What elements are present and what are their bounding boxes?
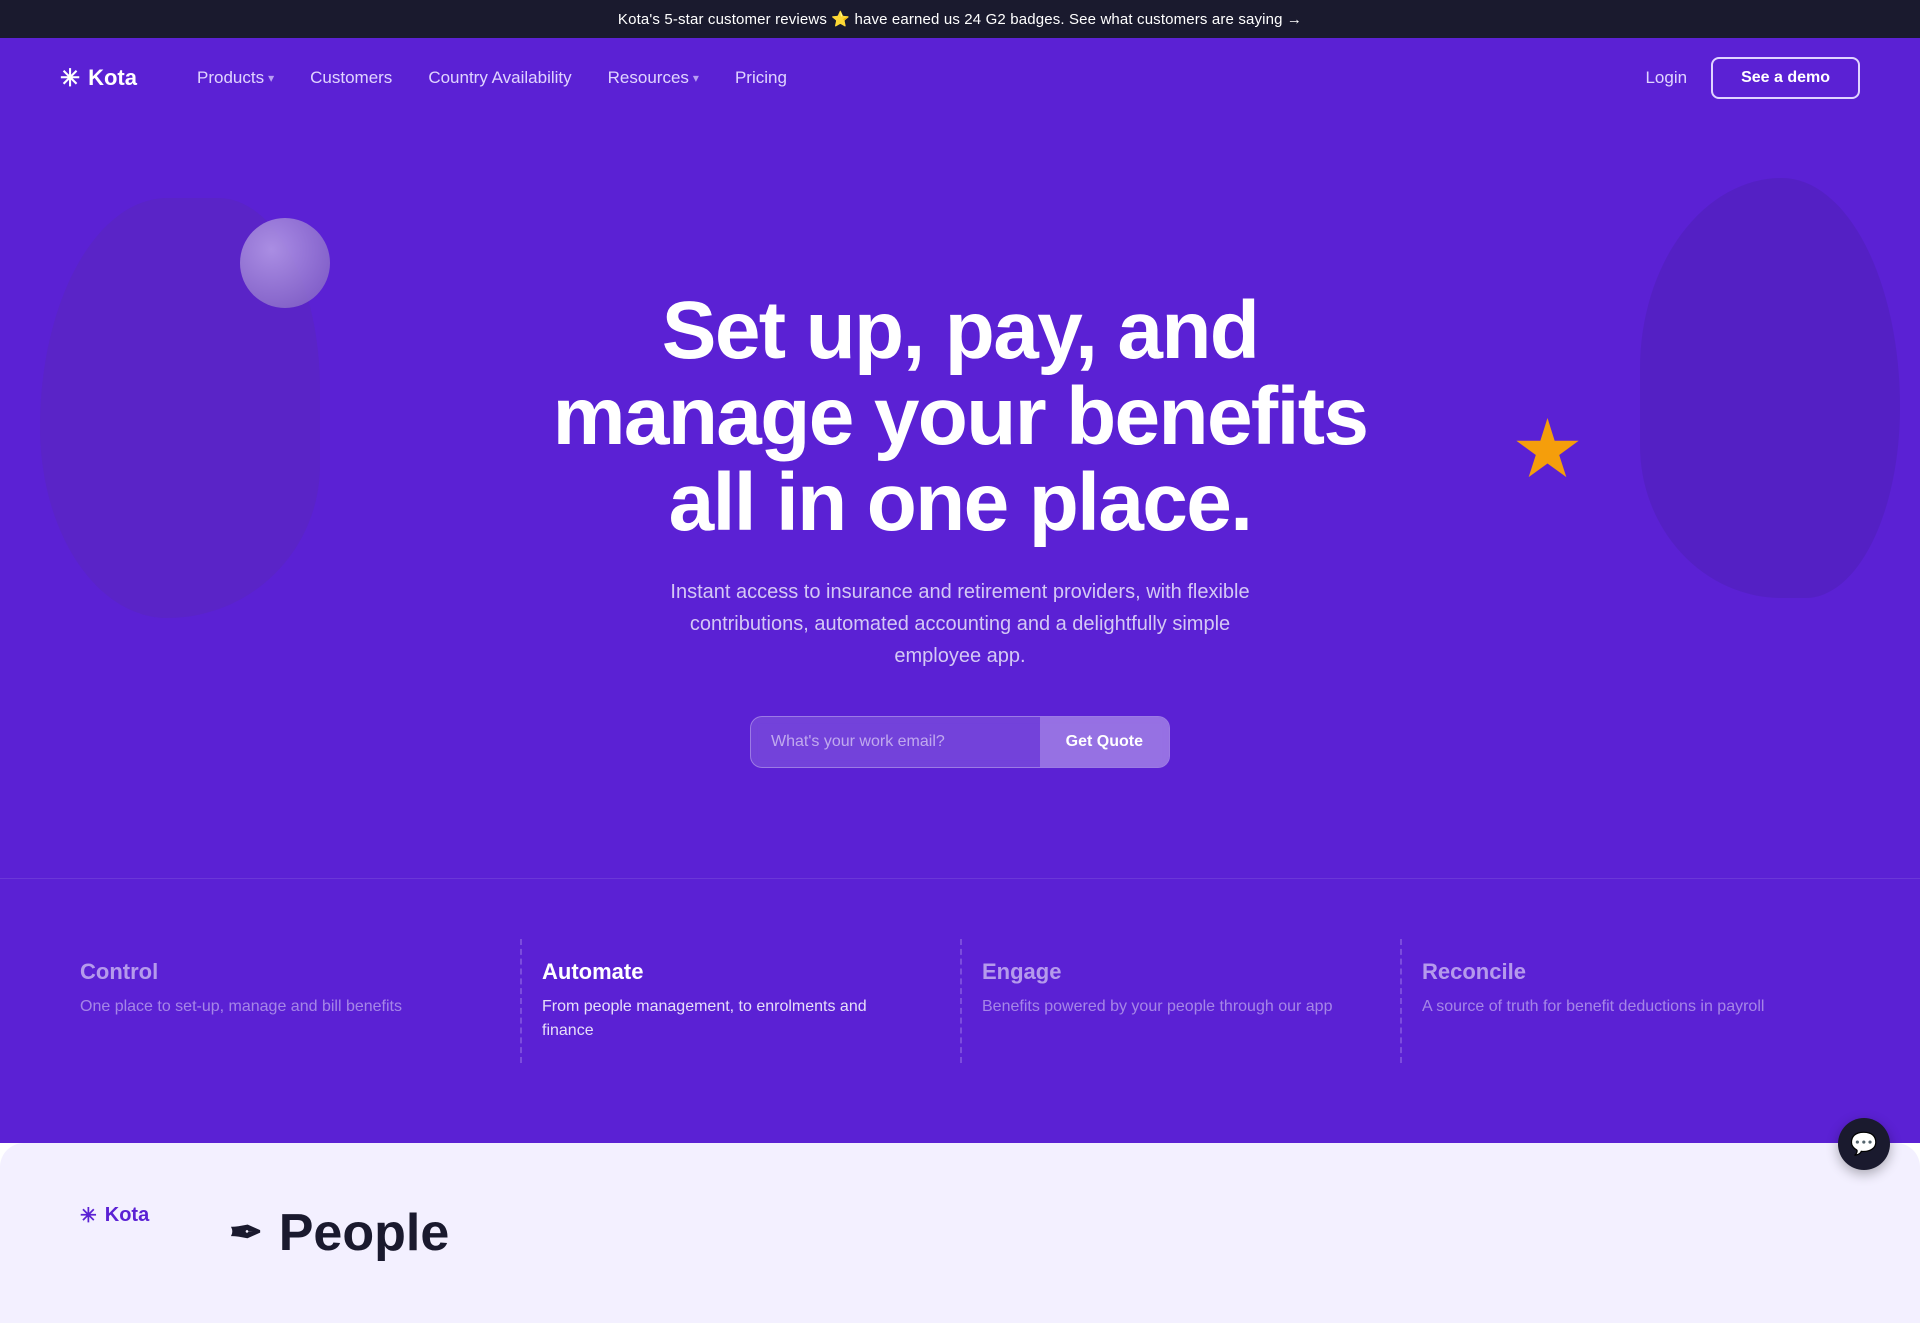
nav-pricing[interactable]: Pricing bbox=[735, 68, 787, 88]
email-input[interactable] bbox=[751, 717, 1040, 767]
feature-reconcile: Reconcile A source of truth for benefit … bbox=[1400, 939, 1840, 1063]
bottom-logo: ✳ Kota bbox=[80, 1203, 149, 1228]
chevron-down-icon: ▾ bbox=[268, 71, 274, 85]
feature-automate-desc: From people management, to enrolments an… bbox=[542, 995, 920, 1043]
feature-engage-title: Engage bbox=[982, 959, 1360, 985]
login-button[interactable]: Login bbox=[1645, 68, 1687, 88]
nav-products[interactable]: Products ▾ bbox=[197, 68, 274, 88]
feature-engage-desc: Benefits powered by your people through … bbox=[982, 995, 1360, 1019]
nav-resources[interactable]: Resources ▾ bbox=[608, 68, 699, 88]
feature-control-desc: One place to set-up, manage and bill ben… bbox=[80, 995, 480, 1019]
chat-bubble-button[interactable]: 💬 bbox=[1838, 1118, 1890, 1170]
nav-actions: Login See a demo bbox=[1645, 57, 1860, 99]
feature-strip: Control One place to set-up, manage and … bbox=[0, 878, 1920, 1143]
blob-right-decoration bbox=[1640, 178, 1900, 598]
kota-logo-icon: ✳ bbox=[60, 64, 80, 93]
see-demo-button[interactable]: See a demo bbox=[1711, 57, 1860, 99]
hero-title: Set up, pay, and manage your benefits al… bbox=[530, 288, 1390, 546]
feature-engage: Engage Benefits powered by your people t… bbox=[960, 939, 1400, 1063]
announcement-text: Kota's 5-star customer reviews ⭐ have ea… bbox=[618, 11, 1302, 28]
hero-email-form: Get Quote bbox=[750, 716, 1170, 768]
feature-control: Control One place to set-up, manage and … bbox=[80, 939, 520, 1063]
bottom-section-title: ✒ People bbox=[229, 1203, 449, 1263]
nav-country-availability[interactable]: Country Availability bbox=[428, 68, 571, 88]
hero-content: Set up, pay, and manage your benefits al… bbox=[530, 288, 1390, 768]
navbar: ✳ Kota Products ▾ Customers Country Avai… bbox=[0, 38, 1920, 118]
hero-section: Set up, pay, and manage your benefits al… bbox=[0, 118, 1920, 878]
bottom-people-label: People bbox=[279, 1203, 450, 1263]
announcement-bar[interactable]: Kota's 5-star customer reviews ⭐ have ea… bbox=[0, 0, 1920, 38]
bottom-logo-icon: ✳ bbox=[80, 1203, 97, 1228]
feature-automate: Automate From people management, to enro… bbox=[520, 939, 960, 1063]
feature-reconcile-desc: A source of truth for benefit deductions… bbox=[1422, 995, 1800, 1019]
get-quote-button[interactable]: Get Quote bbox=[1040, 717, 1169, 767]
feature-reconcile-title: Reconcile bbox=[1422, 959, 1800, 985]
people-icon: ✒ bbox=[229, 1210, 263, 1256]
sphere-decoration bbox=[240, 218, 330, 308]
hero-subtitle: Instant access to insurance and retireme… bbox=[660, 576, 1260, 672]
nav-links: Products ▾ Customers Country Availabilit… bbox=[197, 68, 1645, 88]
chat-icon: 💬 bbox=[1850, 1131, 1877, 1157]
chevron-down-icon: ▾ bbox=[693, 71, 699, 85]
bottom-logo-text: Kota bbox=[105, 1204, 149, 1227]
bottom-section: ✳ Kota ✒ People bbox=[0, 1143, 1920, 1323]
kota-logo-text: Kota bbox=[88, 65, 137, 91]
feature-automate-title: Automate bbox=[542, 959, 920, 985]
feature-control-title: Control bbox=[80, 959, 480, 985]
starburst-decoration bbox=[1515, 418, 1580, 483]
nav-logo[interactable]: ✳ Kota bbox=[60, 64, 137, 93]
nav-customers[interactable]: Customers bbox=[310, 68, 392, 88]
